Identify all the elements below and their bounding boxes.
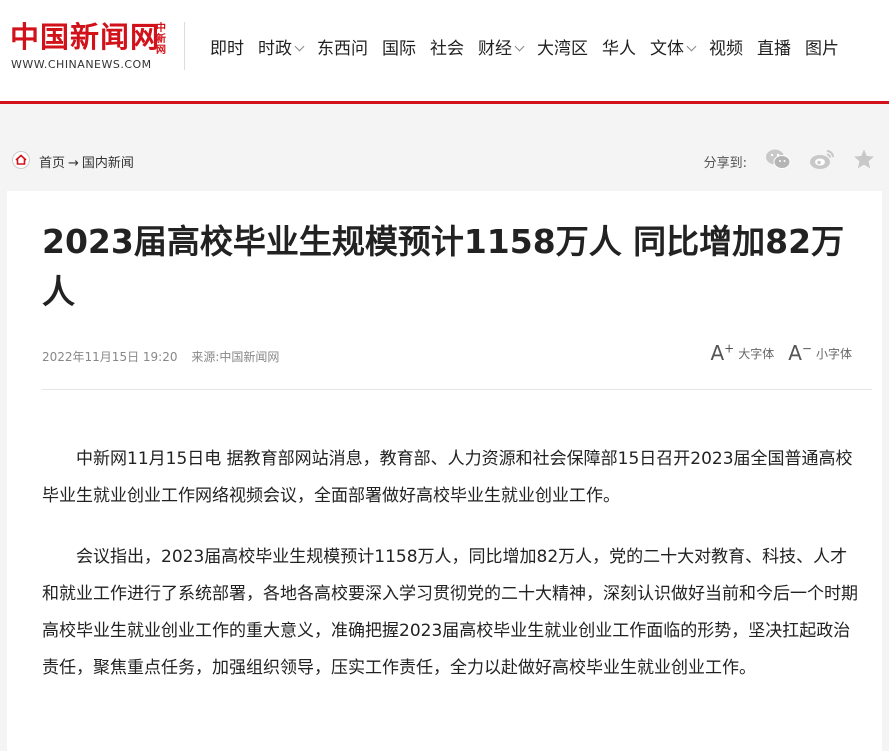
- share-bar: 分享到:: [704, 148, 875, 174]
- nav-item-label: 时政: [258, 39, 292, 59]
- chevron-down-icon: [514, 41, 525, 52]
- article-body: 中新网11月15日电 据教育部网站消息，教育部、人力资源和社会保障部15日召开2…: [42, 441, 862, 711]
- article-paragraph: 会议指出，2023届高校毕业生规模预计1158万人，同比增加82万人，党的二十大…: [42, 547, 858, 678]
- font-small-icon: A−: [788, 341, 812, 365]
- breadcrumb-home[interactable]: 首页: [39, 156, 65, 171]
- nav-item-label: 文体: [650, 39, 684, 59]
- nav-item[interactable]: 华人: [602, 34, 636, 59]
- article-title: 2023届高校毕业生规模预计1158万人 同比增加82万人: [42, 222, 845, 311]
- logo-text: 中国新闻网: [10, 20, 161, 54]
- breadcrumb-current[interactable]: 国内新闻: [82, 156, 134, 171]
- article-paragraph: 中新网11月15日电 据教育部网站消息，教育部、人力资源和社会保障部15日召开2…: [42, 449, 853, 506]
- nav-item-label: 社会: [430, 39, 464, 59]
- font-small-label: 小字体: [815, 346, 852, 361]
- breadcrumb-arrow: →: [68, 156, 79, 171]
- nav-item-label: 财经: [478, 39, 512, 59]
- main-nav: 即时 时政 东西问 国际 社会 财经 大湾区 华人 文体 视频 直播 图片: [210, 34, 853, 59]
- logo-side-text: 中新网: [156, 23, 166, 56]
- nav-item-label: 国际: [382, 39, 416, 59]
- share-label: 分享到:: [703, 155, 747, 171]
- nav-item-label: 华人: [602, 39, 636, 59]
- home-icon[interactable]: [12, 151, 30, 173]
- favorite-star-icon[interactable]: [853, 148, 875, 174]
- chevron-down-icon: [294, 41, 305, 52]
- breadcrumb: 首页 → 国内新闻: [39, 152, 134, 171]
- nav-item[interactable]: 视频: [709, 34, 743, 59]
- article-meta: 2022年11月15日 19:20 来源:中国新闻网: [42, 348, 289, 365]
- nav-item-label: 视频: [709, 39, 743, 59]
- header-divider: [184, 22, 185, 70]
- nav-item-label: 东西问: [317, 39, 368, 59]
- nav-item[interactable]: 时政: [258, 34, 305, 59]
- nav-item[interactable]: 大湾区: [537, 34, 588, 59]
- font-large-icon: A+: [710, 341, 735, 365]
- article-source: 来源:中国新闻网: [191, 350, 280, 364]
- meta-divider: [42, 389, 872, 390]
- nav-item[interactable]: 社会: [430, 34, 464, 59]
- font-large-button[interactable]: A+ 大字体: [710, 341, 774, 365]
- wechat-icon[interactable]: [765, 148, 791, 174]
- logo-url: WWW.CHINANEWS.COM: [11, 58, 152, 71]
- nav-item[interactable]: 图片: [805, 34, 839, 59]
- nav-item[interactable]: 即时: [210, 34, 244, 59]
- breadcrumb-bar: 首页 → 国内新闻 分享到:: [12, 145, 889, 175]
- article-date: 2022年11月15日 19:20: [42, 350, 178, 364]
- font-small-button[interactable]: A− 小字体: [788, 341, 852, 365]
- article-container: 2023届高校毕业生规模预计1158万人 同比增加82万人 2022年11月15…: [7, 191, 882, 751]
- weibo-icon[interactable]: [809, 148, 835, 174]
- site-header: 中国新闻网 中新网 WWW.CHINANEWS.COM 即时 时政 东西问 国际 社会财…: [0, 0, 889, 104]
- nav-item[interactable]: 国际: [382, 34, 416, 59]
- nav-item[interactable]: 东西问: [317, 34, 368, 59]
- nav-item-label: 直播: [757, 39, 791, 59]
- site-logo[interactable]: 中国新闻网 中新网 WWW.CHINANEWS.COM: [10, 20, 170, 75]
- nav-item[interactable]: 直播: [757, 34, 791, 59]
- nav-item-label: 大湾区: [537, 39, 588, 59]
- font-size-controls: A+ 大字体 A− 小字体: [710, 341, 852, 365]
- nav-item-label: 图片: [805, 39, 839, 59]
- chevron-down-icon: [686, 41, 697, 52]
- font-large-label: 大字体: [738, 346, 775, 361]
- nav-item-label: 即时: [210, 39, 244, 59]
- nav-item[interactable]: 文体: [650, 34, 697, 59]
- nav-item[interactable]: 财经: [478, 34, 525, 59]
